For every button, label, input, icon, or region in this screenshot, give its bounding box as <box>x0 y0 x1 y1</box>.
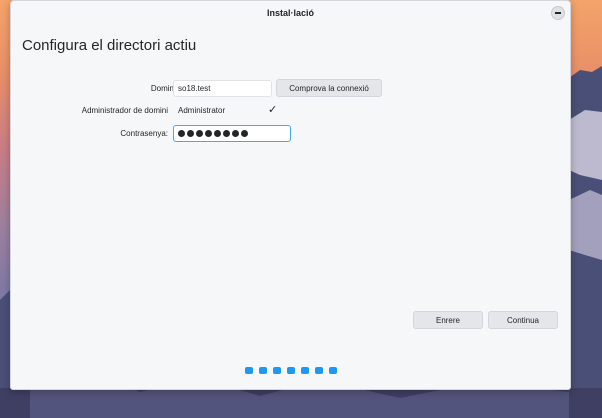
admin-label: Administrador de domini <box>81 106 168 115</box>
step-dot <box>273 367 281 374</box>
check-icon: ✓ <box>268 104 278 116</box>
page-title: Configura el directori actiu <box>22 37 197 54</box>
domain-input[interactable]: so18.test <box>173 80 272 97</box>
step-dot <box>287 367 295 374</box>
window-title: Instal·lació <box>266 8 314 18</box>
password-mask <box>178 130 248 137</box>
step-dot <box>259 367 267 374</box>
continue-button[interactable]: Continua <box>488 311 558 329</box>
title-bar: Instal·lació <box>11 1 570 25</box>
installer-window: Instal·lació Configura el directori acti… <box>10 0 571 390</box>
step-dot <box>245 367 253 374</box>
minimize-icon <box>555 12 561 14</box>
step-dot <box>315 367 323 374</box>
back-button[interactable]: Enrere <box>413 311 483 329</box>
step-dot <box>301 367 309 374</box>
admin-input[interactable]: Administrator <box>173 102 263 119</box>
password-label: Contrasenya: <box>120 129 168 138</box>
step-dot <box>329 367 337 374</box>
minimize-button[interactable] <box>551 6 565 20</box>
domain-label: Domini: <box>150 84 178 93</box>
password-input[interactable] <box>173 125 291 142</box>
check-connection-button[interactable]: Comprova la connexió <box>276 79 382 97</box>
